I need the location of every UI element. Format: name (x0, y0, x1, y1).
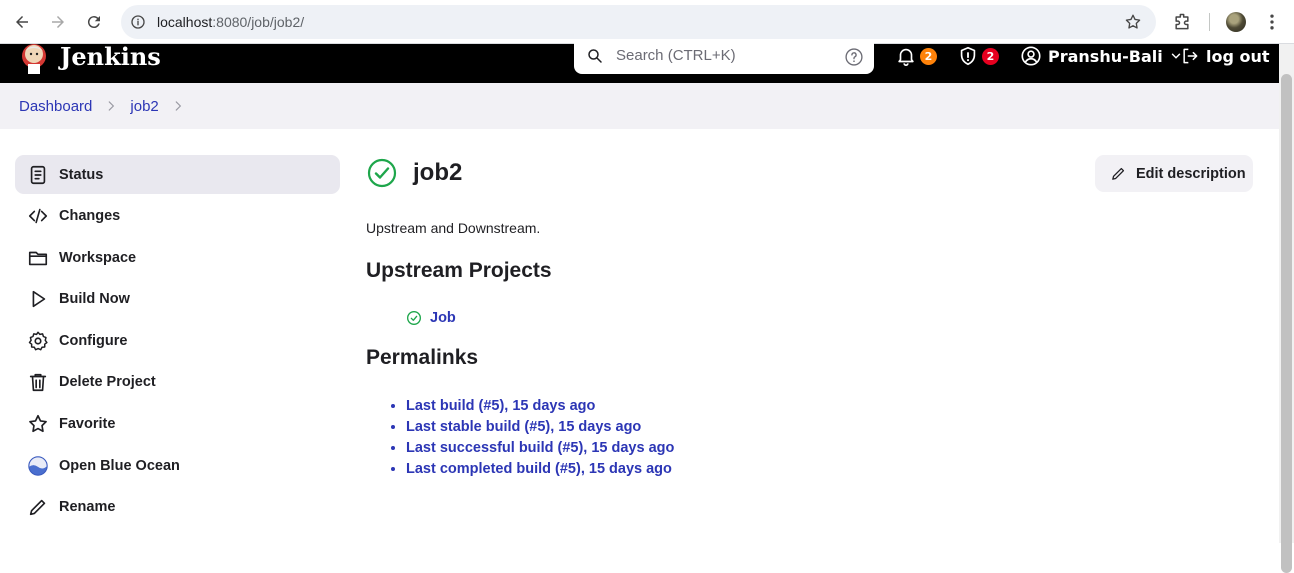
sidebar-item-rename[interactable]: Rename (15, 488, 340, 527)
jenkins-logo-icon[interactable] (19, 42, 49, 76)
upstream-project-item[interactable]: Job (406, 310, 456, 326)
notifications-button[interactable]: 2 (895, 44, 937, 68)
gear-icon (27, 330, 49, 352)
search-box[interactable]: Search (CTRL+K) (574, 40, 874, 74)
document-icon (27, 164, 49, 186)
upstream-heading: Upstream Projects (366, 259, 552, 282)
sidebar-item-label: Changes (59, 208, 121, 225)
sidebar-item-configure[interactable]: Configure (15, 321, 340, 360)
list-item: Last build (#5), 15 days ago (406, 398, 674, 419)
toolbar-divider (1209, 13, 1210, 31)
sidebar-item-label: Favorite (59, 416, 116, 433)
security-badge: 2 (982, 47, 999, 65)
star-icon (27, 413, 49, 435)
folder-icon (27, 247, 49, 269)
sidebar-item-changes[interactable]: Changes (15, 197, 340, 236)
site-info-icon[interactable] (130, 14, 146, 30)
profile-avatar[interactable] (1226, 12, 1246, 32)
permalink-last-successful-build[interactable]: Last successful build (#5), 15 days ago (406, 440, 674, 456)
user-menu[interactable]: Pranshu-Bali (1020, 44, 1183, 68)
chevron-right-icon (109, 101, 115, 111)
success-check-icon (367, 158, 397, 188)
sidebar-item-label: Open Blue Ocean (59, 457, 180, 474)
logout-link[interactable]: log out (1180, 44, 1270, 68)
upstream-project-link[interactable]: Job (430, 310, 456, 326)
breadcrumb-dashboard[interactable]: Dashboard (19, 98, 92, 115)
notifications-badge: 2 (920, 47, 937, 65)
sidebar-item-label: Rename (59, 499, 116, 516)
page-title: job2 (413, 159, 463, 186)
permalinks-heading: Permalinks (366, 346, 479, 369)
side-panel: Status Changes Workspace Build Now Confi… (15, 155, 340, 529)
play-icon (27, 288, 49, 310)
address-bar[interactable]: localhost:8080/job/job2/ (121, 5, 1156, 39)
logout-icon (1183, 48, 1198, 64)
pencil-icon (27, 496, 49, 518)
url-path: :8080/job/job2/ (212, 14, 305, 30)
success-check-icon (407, 311, 421, 325)
bookmark-star-icon[interactable] (1124, 13, 1142, 31)
back-icon[interactable] (11, 11, 33, 33)
job-title-row: job2 (366, 155, 462, 191)
list-item: Last successful build (#5), 15 days ago (406, 440, 674, 461)
search-icon (588, 49, 602, 63)
sidebar-item-status[interactable]: Status (15, 155, 340, 194)
sidebar-item-delete-project[interactable]: Delete Project (15, 363, 340, 402)
edit-description-button[interactable]: Edit description (1095, 155, 1253, 192)
security-button[interactable]: 2 (957, 44, 999, 68)
forward-icon[interactable] (47, 11, 69, 33)
permalinks-list: Last build (#5), 15 days ago Last stable… (388, 398, 674, 482)
sidebar-item-label: Delete Project (59, 374, 156, 391)
sidebar-item-label: Workspace (59, 249, 137, 266)
blue-ocean-icon (27, 455, 49, 477)
browser-toolbar: localhost:8080/job/job2/ (0, 0, 1294, 44)
url-text: localhost:8080/job/job2/ (157, 14, 304, 30)
sidebar-item-favorite[interactable]: Favorite (15, 405, 340, 444)
sidebar-item-label: Status (59, 166, 104, 183)
list-item: Last stable build (#5), 15 days ago (406, 419, 674, 440)
sidebar-item-workspace[interactable]: Workspace (15, 238, 340, 277)
sidebar-item-label: Configure (59, 332, 128, 349)
more-vert-icon[interactable] (1262, 12, 1282, 32)
scrollbar-thumb[interactable] (1281, 74, 1292, 573)
logout-label[interactable]: log out (1206, 47, 1270, 66)
page-scrollbar[interactable] (1279, 44, 1294, 573)
sidebar-item-build-now[interactable]: Build Now (15, 280, 340, 319)
reload-icon[interactable] (83, 11, 105, 33)
pencil-icon (1112, 167, 1125, 180)
list-item: Last completed build (#5), 15 days ago (406, 461, 674, 482)
user-icon (1021, 46, 1041, 66)
bell-icon (898, 48, 914, 66)
username[interactable]: Pranshu-Bali (1048, 47, 1163, 66)
code-icon (27, 205, 49, 227)
jenkins-header: Jenkins Search (CTRL+K) 2 2 Pranshu-Bali… (0, 40, 1279, 83)
permalink-last-completed-build[interactable]: Last completed build (#5), 15 days ago (406, 461, 672, 477)
help-icon[interactable] (844, 47, 864, 67)
url-host: localhost (157, 14, 213, 30)
breadcrumb-job2[interactable]: job2 (130, 98, 158, 115)
permalink-last-stable-build[interactable]: Last stable build (#5), 15 days ago (406, 419, 641, 435)
search-placeholder[interactable]: Search (CTRL+K) (616, 47, 736, 64)
job-description: Upstream and Downstream. (366, 220, 541, 236)
shield-alert-icon (960, 46, 976, 66)
permalink-last-build[interactable]: Last build (#5), 15 days ago (406, 398, 595, 414)
breadcrumb: Dashboard job2 (0, 83, 1279, 129)
jenkins-brand[interactable]: Jenkins (60, 43, 161, 71)
extensions-icon[interactable] (1172, 12, 1192, 32)
sidebar-item-open-blue-ocean[interactable]: Open Blue Ocean (15, 446, 340, 485)
sidebar-item-label: Build Now (59, 291, 130, 308)
chevron-right-icon[interactable] (171, 99, 185, 113)
edit-description-label: Edit description (1136, 165, 1246, 182)
trash-icon (27, 371, 49, 393)
